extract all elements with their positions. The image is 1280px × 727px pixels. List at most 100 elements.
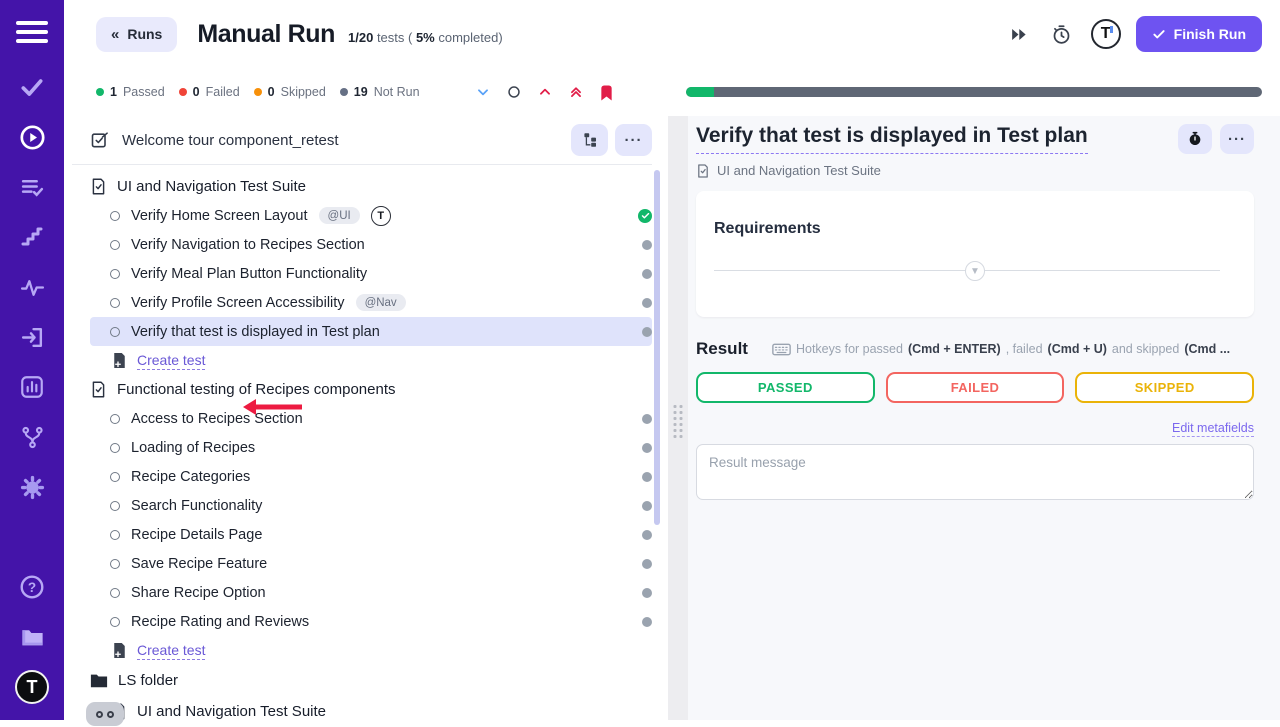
test-row[interactable]: Access to Recipes Section [90,404,652,433]
priority-normal-icon[interactable] [505,83,523,101]
test-circle-icon [110,414,120,424]
test-row-selected[interactable]: Verify that test is displayed in Test pl… [90,317,652,346]
sidebar-item-runs[interactable] [7,112,57,162]
passed-button[interactable]: PASSED [696,372,875,403]
breadcrumb[interactable]: UI and Navigation Test Suite [696,163,1254,178]
sidebar-brand-logo[interactable]: T [7,662,57,712]
tag-badge[interactable]: @UI [319,207,360,224]
sidebar-item-help[interactable]: ? [7,562,57,612]
status-not-run-icon [642,443,652,453]
automation-logo-icon: T [371,206,391,226]
sidebar-item-branches[interactable] [7,412,57,462]
skipped-button[interactable]: SKIPPED [1075,372,1254,403]
sidebar-item-settings[interactable] [7,462,57,512]
priority-critical-icon[interactable] [567,83,585,101]
test-circle-icon [110,530,120,540]
sidebar-item-analytics[interactable] [7,362,57,412]
tag-badge[interactable]: @Nav [356,294,406,311]
test-tree-panel: Welcome tour component_retest ··· UI and… [64,116,668,720]
status-not-run-icon [642,269,652,279]
status-legend: 1Passed 0Failed 0Skipped 19Not Run [96,85,420,99]
test-row[interactable]: Recipe Categories [90,462,652,491]
result-title: Result [696,339,748,359]
create-test-link[interactable]: Create test [137,352,205,370]
menu-icon[interactable] [16,16,48,48]
suite-row[interactable]: UI and Navigation Test Suite [90,696,652,727]
status-not-run-icon [642,298,652,308]
test-row[interactable]: Verify Navigation to Recipes Section [90,230,652,259]
test-label: Verify Meal Plan Button Functionality [131,266,367,282]
requirements-card: Requirements ▼ [696,191,1254,317]
panel-splitter[interactable] [668,116,688,720]
status-not-run-icon [642,501,652,511]
priority-high-icon[interactable] [536,83,554,101]
file-plus-icon [112,352,127,369]
expand-requirements-button[interactable]: ▼ [965,261,985,281]
steps-icon [20,225,44,249]
sidebar-item-test-plans[interactable] [7,162,57,212]
not-run-dot-icon [340,88,348,96]
test-row[interactable]: Verify Home Screen Layout @UI T [90,201,652,230]
timer-icon[interactable] [1048,20,1076,48]
status-not-run-icon [642,530,652,540]
org-logo-badge[interactable]: T [1091,19,1121,49]
test-row[interactable]: Save Recipe Feature [90,549,652,578]
clipboard-check-icon [90,130,110,150]
failed-button[interactable]: FAILED [886,372,1065,403]
tree-scrollbar[interactable] [654,170,660,525]
finish-run-button[interactable]: Finish Run [1136,16,1262,52]
priority-blocker-icon[interactable] [598,83,616,101]
run-progress-bar [686,87,1262,97]
sidebar-item-import[interactable] [7,312,57,362]
status-not-run-icon [642,617,652,627]
requirements-title: Requirements [714,220,1236,238]
more-icon: ··· [1228,131,1246,148]
partial-widget-icon[interactable] [86,702,124,726]
suite-row[interactable]: Functional testing of Recipes components [90,375,652,404]
test-row[interactable]: Verify Meal Plan Button Functionality [90,259,652,288]
svg-text:?: ? [28,580,36,595]
timer-button[interactable] [1178,124,1212,154]
pulse-icon [20,275,45,300]
test-circle-icon [110,588,120,598]
test-row[interactable]: Loading of Recipes [90,433,652,462]
failed-dot-icon [179,88,187,96]
skip-forward-icon[interactable] [1005,20,1033,48]
create-test-row[interactable]: Create test [90,636,652,665]
tree-more-button[interactable]: ··· [615,124,652,156]
tree-view-button[interactable] [571,124,608,156]
back-to-runs-button[interactable]: « Runs [96,17,177,52]
priority-low-icon[interactable] [474,83,492,101]
test-row[interactable]: Recipe Details Page [90,520,652,549]
sidebar-item-activity[interactable] [7,262,57,312]
brand-logo-icon: T [15,670,49,704]
create-test-row[interactable]: Create test [90,346,652,375]
edit-metafields-link[interactable]: Edit metafields [1172,421,1254,437]
create-test-link[interactable]: Create test [137,642,205,660]
hotkeys-hint: Hotkeys for passed(Cmd + ENTER), failed(… [772,342,1254,356]
priority-filter-icons [474,83,616,101]
test-circle-icon [110,443,120,453]
test-label: Recipe Rating and Reviews [131,614,309,630]
result-message-input[interactable] [696,444,1254,500]
test-row[interactable]: Recipe Rating and Reviews [90,607,652,636]
suite-doc-icon [696,164,710,178]
suite-row[interactable]: UI and Navigation Test Suite [90,172,652,201]
status-not-run-icon [642,414,652,424]
test-row[interactable]: Search Functionality [90,491,652,520]
test-label: Share Recipe Option [131,585,266,601]
folder-row[interactable]: LS folder [90,665,652,696]
test-label: Verify Home Screen Layout [131,208,308,224]
test-title[interactable]: Verify that test is displayed in Test pl… [696,124,1088,154]
sidebar-item-milestones[interactable] [7,212,57,262]
detail-more-button[interactable]: ··· [1220,124,1254,154]
test-row[interactable]: Share Recipe Option [90,578,652,607]
test-circle-icon [110,211,120,221]
test-circle-icon [110,472,120,482]
test-label: Recipe Categories [131,469,250,485]
suite-label: UI and Navigation Test Suite [137,703,326,720]
sidebar-item-checks[interactable] [7,62,57,112]
test-row[interactable]: Verify Profile Screen Accessibility @Nav [90,288,652,317]
sidebar-item-files[interactable] [7,612,57,662]
app-sidebar: ? T [0,0,64,720]
